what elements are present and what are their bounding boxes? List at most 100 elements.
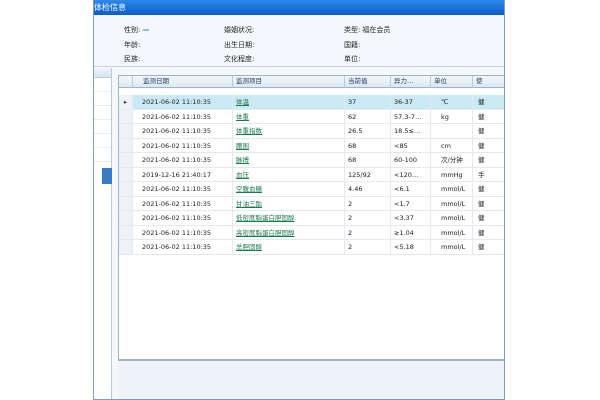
left-pane-row[interactable] bbox=[94, 106, 111, 120]
column-header-value[interactable]: 当前值 bbox=[345, 76, 391, 88]
row-marker bbox=[119, 167, 133, 182]
cell-value: 68 bbox=[345, 138, 391, 153]
row-marker bbox=[119, 138, 133, 153]
age-field: 年龄: bbox=[124, 40, 142, 50]
left-pane-row[interactable] bbox=[94, 78, 111, 92]
column-header-date[interactable]: 监测日期 bbox=[133, 76, 233, 88]
health-record-window: 体检信息 性别: — 婚姻状况: 类型: 福在会员 年龄: 出生日期: 国籍: 民族… bbox=[93, 0, 505, 400]
cell-item-link[interactable]: 甘油三酯 bbox=[233, 196, 345, 211]
gender-field: 性别: — bbox=[124, 25, 149, 35]
row-marker bbox=[119, 225, 133, 240]
cell-item-link[interactable]: 低密度脂蛋白胆固醇 bbox=[233, 211, 345, 226]
row-marker bbox=[119, 211, 133, 226]
cell-date: 2021-06-02 11:10:35 bbox=[133, 182, 233, 197]
cell-value: 4.46 bbox=[345, 182, 391, 197]
monitoring-data-grid[interactable]: 监测日期 监测项目 当前值 异力… 单位 使 ▸ 2021-06-02 11:1… bbox=[118, 75, 504, 360]
left-pane-selected-item[interactable] bbox=[102, 168, 112, 184]
row-marker bbox=[119, 240, 133, 255]
birthday-label: 出生日期: bbox=[224, 41, 255, 49]
cell-range: <120… bbox=[391, 167, 431, 182]
cell-item-link[interactable]: 空腹血糖 bbox=[233, 182, 345, 197]
cell-date: 2021-06-02 11:10:35 bbox=[133, 240, 233, 255]
left-pane-row[interactable] bbox=[94, 120, 111, 134]
nationality-field: 国籍: bbox=[344, 40, 362, 50]
cell-range: <3.37 bbox=[391, 211, 431, 226]
cell-unit: ℃ bbox=[431, 95, 473, 110]
cell-value: 125/92 bbox=[345, 167, 391, 182]
cell-item-link[interactable]: 脉搏 bbox=[233, 153, 345, 168]
row-marker bbox=[119, 109, 133, 124]
cell-source: 健 bbox=[473, 139, 504, 153]
table-row[interactable]: 2021-06-02 11:10:35 体重指数 26.5 18.5≤… 健 bbox=[119, 124, 504, 139]
cell-unit: mmol/L bbox=[431, 182, 473, 197]
cell-item-link[interactable]: 高密度脂蛋白胆固醇 bbox=[233, 225, 345, 240]
cell-item-link[interactable]: 总胆固醇 bbox=[233, 240, 345, 255]
cell-date: 2021-06-02 11:10:35 bbox=[133, 109, 233, 124]
cell-date: 2019-12-16 21:40:17 bbox=[133, 167, 233, 182]
left-pane-row[interactable] bbox=[94, 148, 111, 162]
marital-status-field: 婚姻状况: bbox=[224, 25, 256, 35]
cell-unit: mmol/L bbox=[431, 211, 473, 226]
cell-value: 37 bbox=[345, 95, 391, 110]
education-field: 文化程度: bbox=[224, 54, 256, 64]
column-header-item[interactable]: 监测项目 bbox=[233, 76, 345, 88]
cell-item-link[interactable]: 体重指数 bbox=[233, 124, 345, 139]
table-row[interactable]: 2021-06-02 11:10:35 脉搏 68 60-100 次/分钟 健 bbox=[119, 153, 504, 168]
table-row[interactable]: 2021-06-02 11:10:35 甘油三酯 2 <1.7 mmol/L 健 bbox=[119, 196, 504, 211]
cell-unit: mmol/L bbox=[431, 225, 473, 240]
member-type-field: 类型: 福在会员 bbox=[344, 25, 390, 35]
cell-date: 2021-06-02 11:10:35 bbox=[133, 138, 233, 153]
cell-unit bbox=[431, 124, 473, 139]
education-label: 文化程度: bbox=[224, 55, 255, 63]
left-navigation-pane[interactable] bbox=[94, 68, 112, 399]
workplace-field: 单位: bbox=[344, 54, 362, 64]
column-header-range[interactable]: 异力… bbox=[391, 76, 431, 88]
cell-unit: mmol/L bbox=[431, 196, 473, 211]
cell-value: 2 bbox=[345, 225, 391, 240]
gender-label: 性别: bbox=[124, 26, 141, 34]
cell-range: <5.18 bbox=[391, 240, 431, 255]
column-header-source[interactable]: 使 bbox=[473, 76, 504, 88]
column-header-selector bbox=[119, 76, 133, 88]
age-label: 年龄: bbox=[124, 41, 141, 49]
table-row[interactable]: 2021-06-02 11:10:35 体重 62 57.3-7… kg 健 bbox=[119, 109, 504, 124]
table-row[interactable]: 2021-06-02 11:10:35 总胆固醇 2 <5.18 mmol/L … bbox=[119, 240, 504, 255]
row-marker bbox=[119, 196, 133, 211]
workplace-label: 单位: bbox=[344, 55, 361, 63]
cell-source: 健 bbox=[473, 182, 504, 197]
cell-date: 2021-06-02 11:10:35 bbox=[133, 124, 233, 139]
ethnicity-field: 民族: bbox=[124, 54, 142, 64]
left-pane-row[interactable] bbox=[94, 92, 111, 106]
bottom-status-panel bbox=[118, 360, 504, 399]
cell-item-link[interactable]: 血压 bbox=[233, 167, 345, 182]
cell-range: 18.5≤… bbox=[391, 124, 431, 139]
cell-range: 36-37 bbox=[391, 95, 431, 110]
table-row[interactable]: 2021-06-02 11:10:35 高密度脂蛋白胆固醇 2 ≥1.04 mm… bbox=[119, 225, 504, 240]
window-title: 体检信息 bbox=[94, 3, 126, 12]
table-row[interactable]: 2019-12-16 21:40:17 血压 125/92 <120… mmHg… bbox=[119, 167, 504, 182]
cell-item-link[interactable]: 腰围 bbox=[233, 138, 345, 153]
cell-range: <1.7 bbox=[391, 196, 431, 211]
left-pane-row[interactable] bbox=[94, 134, 111, 148]
table-row[interactable]: 2021-06-02 11:10:35 腰围 68 <85 cm 健 bbox=[119, 138, 504, 153]
cell-range: 57.3-7… bbox=[391, 109, 431, 124]
cell-source: 健 bbox=[473, 197, 504, 211]
cell-source: 健 bbox=[473, 211, 504, 226]
table-row[interactable]: ▸ 2021-06-02 11:10:35 体温 37 36-37 ℃ 健 bbox=[119, 95, 504, 110]
cell-unit: cm bbox=[431, 138, 473, 153]
cell-item-link[interactable]: 体温 bbox=[233, 95, 345, 110]
cell-range: <6.1 bbox=[391, 182, 431, 197]
cell-range: 60-100 bbox=[391, 153, 431, 168]
table-row[interactable]: 2021-06-02 11:10:35 空腹血糖 4.46 <6.1 mmol/… bbox=[119, 182, 504, 197]
cell-item-link[interactable]: 体重 bbox=[233, 109, 345, 124]
column-header-unit[interactable]: 单位 bbox=[431, 76, 473, 88]
patient-info-panel: 性别: — 婚姻状况: 类型: 福在会员 年龄: 出生日期: 国籍: 民族: 文化程… bbox=[94, 15, 504, 67]
table-row[interactable]: 2021-06-02 11:10:35 低密度脂蛋白胆固醇 2 <3.37 mm… bbox=[119, 211, 504, 226]
cell-date: 2021-06-02 11:10:35 bbox=[133, 211, 233, 226]
cell-date: 2021-06-02 11:10:35 bbox=[133, 153, 233, 168]
cell-unit: kg bbox=[431, 109, 473, 124]
cell-date: 2021-06-02 11:10:35 bbox=[133, 225, 233, 240]
marital-status-label: 婚姻状况: bbox=[224, 26, 255, 34]
cell-source: 健 bbox=[473, 240, 504, 255]
row-marker bbox=[119, 153, 133, 168]
